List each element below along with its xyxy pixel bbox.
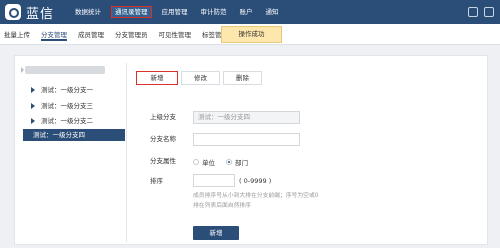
tab-edit[interactable]: 修改 bbox=[181, 71, 220, 85]
order-hint-line2: 排在列表后面自然排序 bbox=[193, 203, 251, 209]
branch-name-label: 分支名称 bbox=[150, 135, 176, 143]
tree-item[interactable]: 测试：一级分支一 bbox=[23, 84, 125, 96]
app-name: 蓝信 bbox=[26, 6, 55, 22]
nav-item-account[interactable]: 账户 bbox=[237, 6, 256, 18]
nav-item-notice[interactable]: 通知 bbox=[263, 6, 282, 18]
app-logo[interactable]: 蓝信 bbox=[5, 3, 55, 22]
user-icon[interactable] bbox=[468, 7, 478, 17]
nav-item-apps[interactable]: 应用管理 bbox=[159, 6, 191, 18]
expand-arrow-icon[interactable] bbox=[31, 103, 35, 109]
parent-branch-field: 测试：一级分支四 bbox=[193, 111, 300, 124]
tree-item-selected[interactable]: 测试：一级分支四 bbox=[23, 129, 125, 141]
tab-delete[interactable]: 删除 bbox=[223, 71, 262, 85]
expand-arrow-icon[interactable] bbox=[31, 87, 35, 93]
success-toast: 操作成功 bbox=[221, 26, 282, 43]
subnav-branch-admin[interactable]: 分支管理员 bbox=[115, 29, 148, 41]
branch-attr-radios: 单位 部门 bbox=[193, 156, 259, 167]
nav-item-contacts[interactable]: 通讯录管理 bbox=[111, 6, 152, 18]
tree-root-blurred[interactable] bbox=[21, 66, 105, 74]
order-hint-line1: 成员排序号从小到大排在分支前端；序号为空或0 bbox=[193, 193, 319, 199]
tab-add[interactable]: 新增 bbox=[136, 71, 178, 85]
parent-branch-label: 上级分支 bbox=[150, 113, 176, 121]
order-label: 排序 bbox=[150, 177, 163, 185]
tree-item[interactable]: 测试：一级分支三 bbox=[23, 100, 125, 112]
branch-name-input[interactable] bbox=[193, 133, 300, 146]
radio-department-label[interactable]: 部门 bbox=[235, 157, 248, 167]
main-nav: 数据统计 通讯录管理 应用管理 审计防范 账户 通知 bbox=[72, 6, 289, 18]
nav-item-audit[interactable]: 审计防范 bbox=[198, 6, 230, 18]
radio-unit-label[interactable]: 单位 bbox=[202, 157, 215, 167]
action-tabs: 新增 修改 删除 bbox=[136, 71, 265, 85]
subnav-member-manage[interactable]: 成员管理 bbox=[78, 29, 104, 41]
top-right-tools bbox=[468, 7, 494, 17]
sub-nav: 批量上传 分支管理 成员管理 分支管理员 可见性管理 标签管理 bbox=[4, 29, 239, 41]
top-nav-bar: 蓝信 数据统计 通讯录管理 应用管理 审计防范 账户 通知 bbox=[0, 0, 500, 24]
tree-item[interactable]: 测试：一级分支二 bbox=[23, 115, 125, 127]
nav-item-statistics[interactable]: 数据统计 bbox=[72, 6, 104, 18]
order-range-hint: ( 0-9999 ) bbox=[239, 177, 272, 185]
subnav-branch-manage[interactable]: 分支管理 bbox=[41, 29, 67, 41]
radio-department[interactable] bbox=[226, 158, 232, 165]
radio-unit[interactable] bbox=[193, 158, 199, 165]
subnav-visibility[interactable]: 可见性管理 bbox=[159, 29, 192, 41]
branch-tree: 测试：一级分支一 测试：一级分支三 测试：一级分支二 测试：一级分支四 bbox=[21, 63, 127, 242]
expand-arrow-icon[interactable] bbox=[31, 118, 35, 124]
subnav-batch-upload[interactable]: 批量上传 bbox=[4, 29, 30, 41]
branch-attr-label: 分支属性 bbox=[150, 157, 176, 165]
order-input[interactable] bbox=[193, 174, 235, 187]
settings-icon[interactable] bbox=[484, 7, 494, 17]
submit-add-button[interactable]: 新增 bbox=[193, 226, 239, 240]
lanxin-logo-icon bbox=[5, 4, 21, 20]
